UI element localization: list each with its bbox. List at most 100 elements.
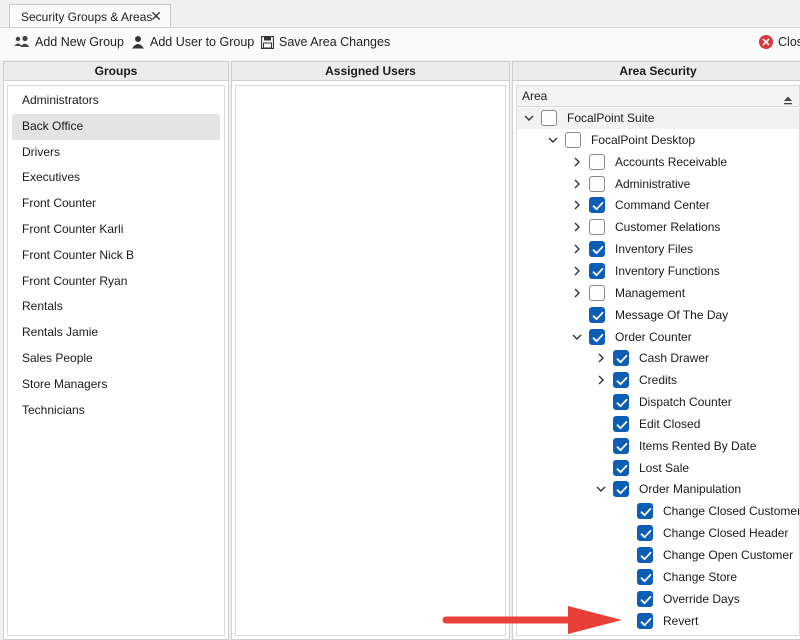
chevron-right-icon[interactable]	[594, 373, 608, 387]
tree-node-label: Cash Drawer	[639, 351, 710, 366]
close-label: Close	[778, 35, 800, 49]
group-item[interactable]: Rentals	[12, 294, 220, 320]
tree-node-checkbox[interactable]	[637, 547, 653, 563]
group-item[interactable]: Executives	[12, 165, 220, 191]
chevron-right-icon[interactable]	[570, 177, 584, 191]
add-user-to-group-button[interactable]: Add User to Group	[131, 35, 254, 49]
assigned-users-list[interactable]	[235, 85, 506, 636]
save-area-changes-button[interactable]: Save Area Changes	[261, 35, 390, 49]
tree-node[interactable]: Credits	[517, 370, 799, 391]
tree-node[interactable]: Inventory Files	[517, 239, 799, 260]
chevron-down-icon[interactable]	[594, 482, 608, 496]
tree-node-checkbox[interactable]	[589, 197, 605, 214]
tree-node[interactable]: Dispatch Counter	[517, 392, 799, 413]
group-item[interactable]: Back Office	[12, 113, 220, 140]
tree-node[interactable]: Change Closed Header	[517, 523, 799, 544]
tree-node-label: Edit Closed	[639, 416, 701, 431]
tree-node[interactable]: Management	[517, 283, 799, 304]
tree-node-checkbox[interactable]	[589, 306, 605, 323]
tree-node[interactable]: Message Of The Day	[517, 305, 799, 326]
tree-node[interactable]: Change Store	[517, 567, 799, 588]
tree-node-checkbox[interactable]	[613, 437, 629, 454]
tree-node[interactable]: Cash Drawer	[517, 348, 799, 369]
chevron-right-icon[interactable]	[570, 155, 584, 169]
tree-node-label: Items Rented By Date	[639, 438, 757, 453]
tree-node-checkbox[interactable]	[589, 241, 605, 258]
tree-node-checkbox[interactable]	[637, 612, 653, 629]
tree-node-label: Override Days	[663, 591, 740, 606]
group-item[interactable]: Rentals Jamie	[12, 320, 220, 346]
tree-node-label: Credits	[639, 373, 678, 388]
tree-node-checkbox[interactable]	[613, 415, 629, 432]
tree-node-checkbox[interactable]	[565, 131, 581, 148]
tree-node[interactable]: FocalPoint Suite	[517, 108, 799, 129]
tree-node[interactable]: Change Open Customer	[517, 545, 799, 566]
groups-list-container: Administrators Back Office Drivers Executiv…	[7, 85, 225, 636]
tree-node-checkbox[interactable]	[589, 328, 605, 345]
chevron-right-icon[interactable]	[570, 198, 584, 212]
tree-node-checkbox[interactable]	[589, 284, 605, 301]
area-column-header[interactable]: Area	[516, 85, 800, 107]
tree-node-label: Lost Sale	[639, 460, 690, 475]
tree-node[interactable]: Lost Sale	[517, 458, 799, 479]
tree-node-checkbox[interactable]	[637, 590, 653, 607]
tree-node[interactable]: Order Manipulation	[517, 479, 799, 500]
tree-node-checkbox[interactable]	[589, 262, 605, 279]
tree-node-label: Administrative	[615, 176, 691, 191]
tree-node[interactable]: Edit Closed	[517, 414, 799, 435]
tab-close-icon[interactable]: ✕	[150, 8, 162, 25]
chevron-right-icon[interactable]	[570, 220, 584, 234]
chevron-down-icon[interactable]	[546, 133, 560, 147]
save-area-changes-label: Save Area Changes	[279, 35, 391, 49]
group-item[interactable]: Front Counter Karli	[12, 217, 220, 243]
tree-node-checkbox[interactable]	[541, 110, 557, 126]
tree-node-checkbox[interactable]	[637, 525, 653, 542]
tree-node-checkbox[interactable]	[637, 503, 653, 520]
group-item[interactable]: Store Managers	[12, 372, 220, 398]
tree-node[interactable]: Administrative	[517, 174, 799, 195]
tree-node[interactable]: Items Rented By Date	[517, 436, 799, 457]
tree-node-checkbox[interactable]	[589, 153, 605, 170]
tree-node[interactable]: Order Counter	[517, 327, 799, 348]
group-item[interactable]: Front Counter Nick B	[12, 243, 220, 269]
group-item[interactable]: Sales People	[12, 346, 220, 372]
add-user-to-group-label: Add User to Group	[150, 35, 255, 49]
tree-node-checkbox[interactable]	[589, 219, 605, 236]
group-item[interactable]: Technicians	[12, 398, 220, 424]
toolbar: Add New Group Add User to Group Save Are…	[0, 28, 800, 60]
tree-node[interactable]: FocalPoint Desktop	[517, 130, 799, 151]
tree-node[interactable]: Accounts Receivable	[517, 152, 799, 173]
tab-security-groups[interactable]: Security Groups & Areas ✕	[9, 4, 171, 28]
chevron-right-icon[interactable]	[594, 351, 608, 365]
tree-node[interactable]: Customer Relations	[517, 217, 799, 238]
user-add-icon	[131, 35, 145, 49]
tree-node-checkbox[interactable]	[613, 394, 629, 411]
group-item[interactable]: Administrators	[12, 88, 220, 114]
tree-node-checkbox[interactable]	[613, 372, 629, 389]
tree-node-label: Change Store	[663, 569, 738, 584]
close-button[interactable]: Close	[759, 35, 800, 49]
close-circle-icon	[759, 35, 774, 49]
tree-node[interactable]: Change Closed Customer	[517, 501, 799, 522]
chevron-right-icon[interactable]	[570, 264, 584, 278]
tree-node-checkbox[interactable]	[637, 568, 653, 585]
chevron-down-icon[interactable]	[522, 111, 536, 125]
tree-node-checkbox[interactable]	[613, 481, 629, 498]
tree-node-label: Change Closed Header	[663, 526, 789, 541]
tree-node[interactable]: Inventory Functions	[517, 261, 799, 282]
tree-node-checkbox[interactable]	[613, 459, 629, 476]
tree-node-checkbox[interactable]	[589, 175, 605, 192]
area-column-label: Area	[522, 89, 548, 103]
chevron-right-icon[interactable]	[570, 286, 584, 300]
tree-node-checkbox[interactable]	[613, 350, 629, 367]
group-item[interactable]: Drivers	[12, 140, 220, 166]
group-item[interactable]: Front Counter Ryan	[12, 269, 220, 295]
add-new-group-button[interactable]: Add New Group	[14, 35, 124, 49]
area-security-header: Area Security	[513, 62, 800, 81]
group-item[interactable]: Front Counter	[12, 191, 220, 217]
chevron-down-icon[interactable]	[570, 330, 584, 344]
tree-node-label: Message Of The Day	[615, 307, 729, 322]
tree-node-label: Inventory Files	[615, 242, 694, 257]
chevron-right-icon[interactable]	[570, 242, 584, 256]
tree-node[interactable]: Command Center	[517, 195, 799, 216]
